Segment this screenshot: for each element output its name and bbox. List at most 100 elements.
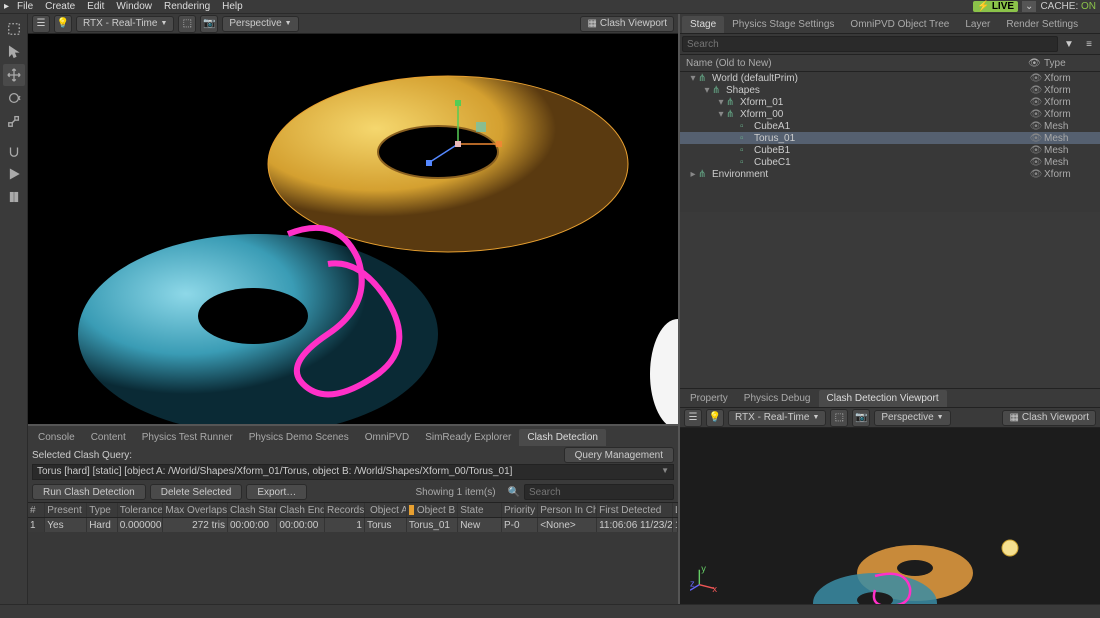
tree-node-type: Xform: [1044, 109, 1094, 120]
visibility-icon[interactable]: 👁: [1028, 109, 1044, 120]
tree-caret-icon[interactable]: ▾: [716, 109, 726, 120]
query-management-button[interactable]: Query Management: [564, 447, 674, 463]
cv-bulb-icon[interactable]: 💡: [706, 409, 724, 427]
tab-physics-debug[interactable]: Physics Debug: [736, 390, 819, 407]
tree-row[interactable]: ▫CubeB1👁Mesh: [680, 144, 1100, 156]
viewport-bulb-icon[interactable]: 💡: [54, 15, 72, 33]
clash-viewport-button[interactable]: ▦ Clash Viewport: [580, 16, 674, 32]
tree-header-name[interactable]: Name (Old to New): [686, 58, 1028, 69]
live-dropdown[interactable]: ⌄: [1022, 1, 1036, 12]
stage-tree[interactable]: ▾⋔World (defaultPrim)👁Xform▾⋔Shapes👁Xfor…: [680, 72, 1100, 212]
tree-node-label: Shapes: [726, 85, 1028, 96]
tree-node-label: Torus_01: [754, 133, 1028, 144]
menu-file[interactable]: File: [11, 1, 39, 12]
tree-row[interactable]: ▸⋔Environment👁Xform: [680, 168, 1100, 180]
clash-search-input[interactable]: [524, 484, 674, 500]
viewport-camera-icon[interactable]: 📷: [200, 15, 218, 33]
run-clash-button[interactable]: Run Clash Detection: [32, 484, 146, 500]
tab-property[interactable]: Property: [682, 390, 736, 407]
clash-scene: [680, 428, 1100, 604]
visibility-icon[interactable]: 👁: [1028, 121, 1044, 132]
tree-row[interactable]: ▫Torus_01👁Mesh: [680, 132, 1100, 144]
tab-stage[interactable]: Stage: [682, 16, 724, 33]
visibility-icon[interactable]: 👁: [1028, 133, 1044, 144]
visibility-icon[interactable]: 👁: [1028, 157, 1044, 168]
tree-node-icon: ▫: [740, 121, 752, 132]
tree-row[interactable]: ▾⋔Xform_01👁Xform: [680, 96, 1100, 108]
table-row[interactable]: 1 Yes Hard 0.000000 272 tris 00:00:00 00…: [28, 518, 678, 532]
options-icon[interactable]: ≡: [1080, 35, 1098, 53]
tree-caret-icon[interactable]: ▾: [716, 97, 726, 108]
bottom-tabs: Console Content Physics Test Runner Phys…: [28, 426, 678, 446]
tree-header-type[interactable]: Type: [1044, 58, 1094, 69]
tree-row[interactable]: ▾⋔Xform_00👁Xform: [680, 108, 1100, 120]
tab-omnipvd[interactable]: OmniPVD: [357, 429, 417, 446]
tree-node-type: Xform: [1044, 73, 1094, 84]
tree-node-type: Xform: [1044, 97, 1094, 108]
tab-clash-detection[interactable]: Clash Detection: [519, 429, 606, 446]
clash-query-dropdown[interactable]: Torus [hard] [static] [object A: /World/…: [32, 464, 674, 480]
tree-node-icon: ▫: [740, 145, 752, 156]
tree-row[interactable]: ▾⋔Shapes👁Xform: [680, 84, 1100, 96]
cv-perspective-button[interactable]: Perspective ▼: [874, 410, 950, 426]
tab-physics-test[interactable]: Physics Test Runner: [134, 429, 241, 446]
tool-move-icon[interactable]: [3, 64, 25, 86]
tool-play-icon[interactable]: [3, 163, 25, 185]
tab-layer[interactable]: Layer: [957, 16, 998, 33]
tree-node-icon: ⋔: [698, 73, 710, 84]
tree-row[interactable]: ▫CubeC1👁Mesh: [680, 156, 1100, 168]
visibility-icon[interactable]: 👁: [1028, 97, 1044, 108]
viewport-stage-icon[interactable]: ⬚: [178, 15, 196, 33]
clash-detection-viewport[interactable]: y x z: [680, 428, 1100, 604]
viewport-menu-icon[interactable]: ☰: [32, 15, 50, 33]
delete-selected-button[interactable]: Delete Selected: [150, 484, 243, 500]
tab-simready[interactable]: SimReady Explorer: [417, 429, 519, 446]
tree-node-type: Mesh: [1044, 121, 1094, 132]
visibility-icon[interactable]: 👁: [1028, 145, 1044, 156]
tool-select-box-icon[interactable]: [3, 18, 25, 40]
tool-scale-icon[interactable]: [3, 110, 25, 132]
cache-label: CACHE: ON: [1040, 1, 1096, 12]
cv-axis-gizmo-icon: y x z: [690, 566, 718, 594]
tab-render-settings[interactable]: Render Settings: [998, 16, 1086, 33]
visibility-icon[interactable]: 👁: [1028, 169, 1044, 180]
tool-rotate-icon[interactable]: [3, 87, 25, 109]
tab-physics-demo[interactable]: Physics Demo Scenes: [241, 429, 357, 446]
cv-clash-button[interactable]: ▦ Clash Viewport: [1002, 410, 1096, 426]
tree-caret-icon[interactable]: ▸: [688, 169, 698, 180]
tree-node-label: CubeA1: [754, 121, 1028, 132]
menu-edit[interactable]: Edit: [81, 1, 110, 12]
visibility-icon[interactable]: 👁: [1028, 85, 1044, 96]
menu-create[interactable]: Create: [39, 1, 81, 12]
tree-node-type: Mesh: [1044, 157, 1094, 168]
stage-search-input[interactable]: [682, 36, 1058, 52]
rtx-mode-button[interactable]: RTX - Real-Time ▼: [76, 16, 174, 32]
tab-clash-viewport[interactable]: Clash Detection Viewport: [819, 390, 947, 407]
tool-arrow-icon[interactable]: [3, 41, 25, 63]
tab-physics-stage[interactable]: Physics Stage Settings: [724, 16, 842, 33]
menu-rendering[interactable]: Rendering: [158, 1, 216, 12]
filter-icon[interactable]: ▼: [1060, 35, 1078, 53]
tab-console[interactable]: Console: [30, 429, 83, 446]
menu-help[interactable]: Help: [216, 1, 249, 12]
tool-snap-icon[interactable]: [3, 140, 25, 162]
export-button[interactable]: Export…: [246, 484, 307, 500]
tab-omnipvd-tree[interactable]: OmniPVD Object Tree: [842, 16, 957, 33]
tool-pause-icon[interactable]: [3, 186, 25, 208]
tree-row[interactable]: ▾⋔World (defaultPrim)👁Xform: [680, 72, 1100, 84]
cv-stage-icon[interactable]: ⬚: [830, 409, 848, 427]
menu-window[interactable]: Window: [110, 1, 158, 12]
live-badge[interactable]: ⚡LIVE: [973, 1, 1018, 12]
visibility-icon[interactable]: 👁: [1028, 73, 1044, 84]
tree-row[interactable]: ▫CubeA1👁Mesh: [680, 120, 1100, 132]
cv-rtx-button[interactable]: RTX - Real-Time ▼: [728, 410, 826, 426]
perspective-button[interactable]: Perspective ▼: [222, 16, 298, 32]
tree-caret-icon[interactable]: ▾: [702, 85, 712, 96]
tab-content[interactable]: Content: [83, 429, 134, 446]
tool-sidebar: [0, 14, 28, 604]
menu-caret[interactable]: ▸: [2, 1, 11, 12]
tree-node-type: Mesh: [1044, 133, 1094, 144]
tree-caret-icon[interactable]: ▾: [688, 73, 698, 84]
cv-camera-icon[interactable]: 📷: [852, 409, 870, 427]
cv-menu-icon[interactable]: ☰: [684, 409, 702, 427]
